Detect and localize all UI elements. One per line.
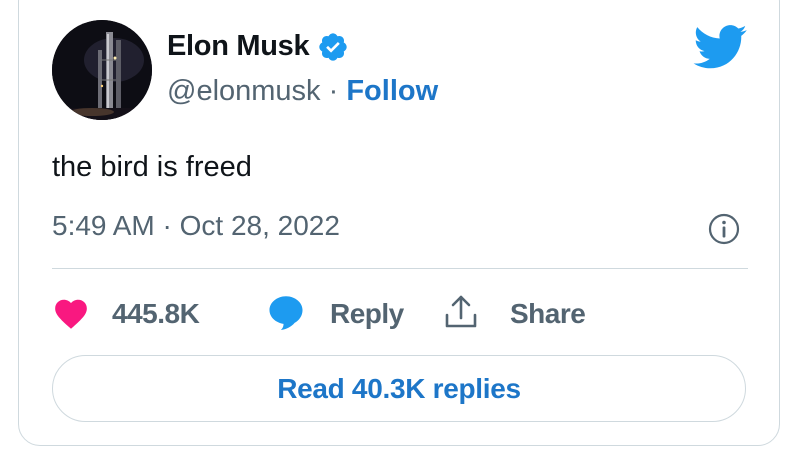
tweet-timestamp[interactable]: 5:49 AM · Oct 28, 2022: [52, 210, 340, 242]
share-button[interactable]: Share: [442, 293, 586, 336]
author-name[interactable]: Elon Musk: [167, 30, 310, 63]
handle-separator: ·: [320, 75, 347, 107]
author-handle-row: @elonmusk · Follow: [167, 75, 438, 108]
share-upload-icon: [442, 293, 480, 336]
like-count: 445.8K: [112, 298, 200, 329]
share-label: Share: [510, 298, 586, 329]
action-bar: 445.8K Reply Share: [52, 293, 752, 335]
read-replies-button[interactable]: Read 40.3K replies: [52, 355, 746, 422]
avatar-rocket-image: [52, 20, 152, 120]
follow-link[interactable]: Follow: [346, 75, 438, 107]
speech-bubble-icon: [266, 293, 306, 336]
twitter-bird-icon[interactable]: [693, 25, 748, 70]
like-button[interactable]: 445.8K: [52, 293, 200, 335]
reply-label: Reply: [330, 298, 404, 329]
verified-badge-icon: [317, 31, 349, 63]
avatar[interactable]: [52, 20, 152, 120]
info-icon[interactable]: [707, 212, 741, 246]
author-handle[interactable]: @elonmusk: [167, 75, 321, 107]
tweet-text: the bird is freed: [52, 151, 252, 183]
heart-icon: [52, 294, 90, 335]
divider: [52, 268, 748, 269]
reply-button[interactable]: Reply: [266, 293, 404, 335]
